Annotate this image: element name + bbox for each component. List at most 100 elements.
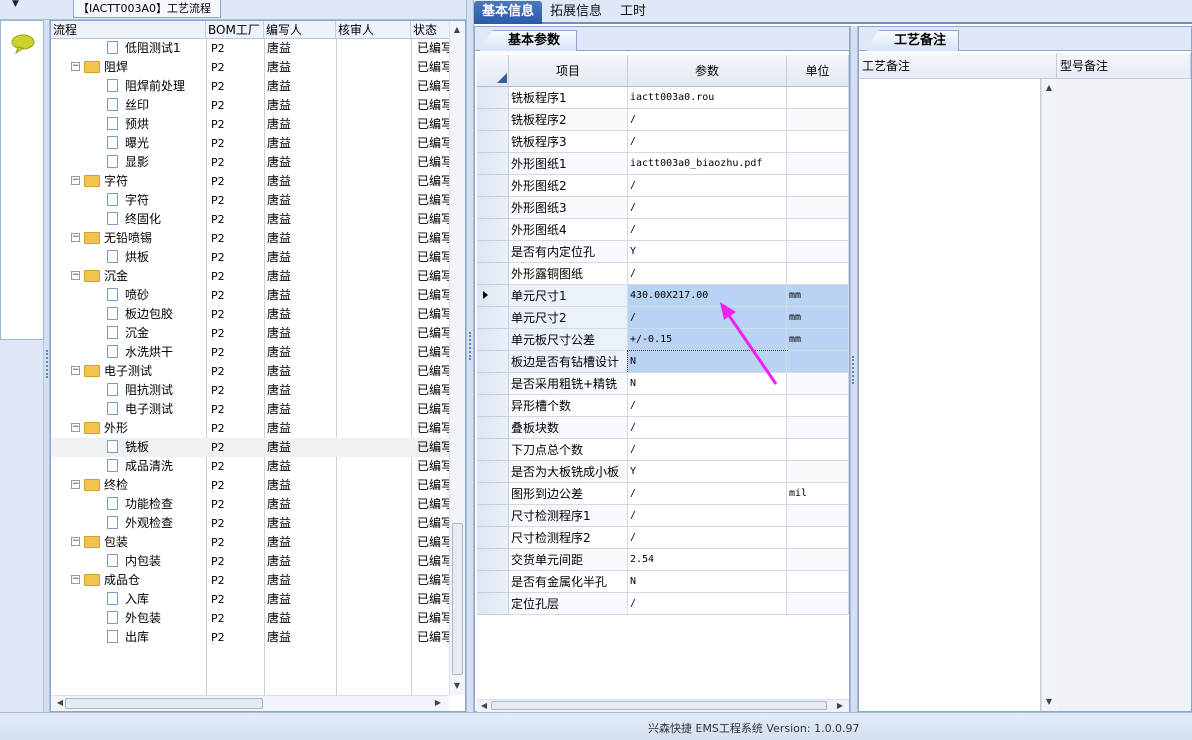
tree-row[interactable]: 外包装 P2 唐益 已编写 — [51, 609, 451, 628]
tree-row[interactable]: 外观检查 P2 唐益 已编写 — [51, 514, 451, 533]
model-notes-textarea[interactable] — [1057, 79, 1191, 711]
tree-row[interactable]: 显影 P2 唐益 已编写 — [51, 153, 451, 172]
tree-row[interactable]: 阻焊前处理 P2 唐益 已编写 — [51, 77, 451, 96]
tree-row[interactable]: − 包装 P2 唐益 已编写 — [51, 533, 451, 552]
tree-row[interactable]: 曝光 P2 唐益 已编写 — [51, 134, 451, 153]
param-value-input[interactable]: / — [628, 527, 787, 549]
param-row[interactable]: 定位孔层 / — [477, 593, 849, 615]
tree-node[interactable]: 外包装 — [107, 609, 206, 628]
tree-row[interactable]: − 无铅喷锡 P2 唐益 已编写 — [51, 229, 451, 248]
param-row[interactable]: 外形图纸3/ — [477, 197, 849, 219]
tree-node[interactable]: − 阻焊 — [71, 58, 206, 77]
tree-node[interactable]: 显影 — [107, 153, 206, 172]
tree-row[interactable]: 字符 P2 唐益 已编写 — [51, 191, 451, 210]
param-value-input[interactable]: N — [628, 571, 787, 593]
tree-node[interactable]: 外观检查 — [107, 514, 206, 533]
tab-basic-params[interactable]: 基本参数 — [479, 30, 577, 51]
row-indicator[interactable] — [477, 153, 509, 175]
row-indicator[interactable] — [477, 263, 509, 285]
tree-node[interactable]: 曝光 — [107, 134, 206, 153]
row-indicator[interactable] — [477, 593, 509, 615]
tree-row[interactable]: − 电子测试 P2 唐益 已编写 — [51, 362, 451, 381]
tree-row[interactable]: 沉金 P2 唐益 已编写 — [51, 324, 451, 343]
tree-node[interactable]: − 包装 — [71, 533, 206, 552]
param-row[interactable]: 图形到边公差 / mil — [477, 483, 849, 505]
tree-node[interactable]: 阻焊前处理 — [107, 77, 206, 96]
param-row[interactable]: 外形图纸2/ — [477, 175, 849, 197]
tree-row[interactable]: 喷砂 P2 唐益 已编写 — [51, 286, 451, 305]
tree-row[interactable]: 终固化 P2 唐益 已编写 — [51, 210, 451, 229]
tree-node[interactable]: 入库 — [107, 590, 206, 609]
tree-row[interactable]: − 终检 P2 唐益 已编写 — [51, 476, 451, 495]
row-indicator[interactable] — [477, 351, 509, 373]
tree-node[interactable]: − 外形 — [71, 419, 206, 438]
tree-node[interactable]: 喷砂 — [107, 286, 206, 305]
collapse-icon[interactable]: − — [71, 62, 80, 71]
dropdown-arrow-icon[interactable]: ▼ — [12, 0, 19, 9]
tree-row[interactable]: 铣板 P2 唐益 已编写 — [51, 438, 451, 457]
param-row[interactable]: 铣板程序2/ — [477, 109, 849, 131]
scroll-up-icon[interactable]: ▲ — [450, 23, 464, 37]
column-header-writer[interactable]: 编写人 — [264, 21, 336, 39]
notes-vertical-scrollbar[interactable]: ▲ ▼ — [1041, 79, 1057, 711]
tree-node[interactable]: 成品清洗 — [107, 457, 206, 476]
tree-node[interactable]: 丝印 — [107, 96, 206, 115]
scroll-left-icon[interactable]: ◀ — [477, 699, 491, 712]
row-indicator[interactable] — [477, 131, 509, 153]
tree-row[interactable]: − 外形 P2 唐益 已编写 — [51, 419, 451, 438]
param-value-input[interactable]: / — [628, 505, 787, 527]
row-indicator[interactable] — [477, 549, 509, 571]
param-row[interactable]: 下刀点总个数 / — [477, 439, 849, 461]
tab-extended-info[interactable]: 拓展信息 — [542, 1, 610, 24]
tree-row[interactable]: 烘板 P2 唐益 已编写 — [51, 248, 451, 267]
param-row[interactable]: 尺寸检测程序1/ — [477, 505, 849, 527]
splitter-grip[interactable] — [469, 332, 471, 360]
tab-work-hours[interactable]: 工时 — [612, 1, 654, 24]
tree-node[interactable]: 预烘 — [107, 115, 206, 134]
tree-node[interactable]: 内包装 — [107, 552, 206, 571]
tree-row[interactable]: 内包装 P2 唐益 已编写 — [51, 552, 451, 571]
collapse-icon[interactable]: − — [71, 233, 80, 242]
tree-row[interactable]: 入库 P2 唐益 已编写 — [51, 590, 451, 609]
row-indicator[interactable] — [477, 505, 509, 527]
param-value-input[interactable]: / — [628, 417, 787, 439]
collapse-icon[interactable]: − — [71, 423, 80, 432]
column-header-unit[interactable]: 单位 — [787, 55, 849, 87]
param-value-input[interactable]: iactt003a0.rou — [628, 87, 787, 109]
tree-row[interactable]: 成品清洗 P2 唐益 已编写 — [51, 457, 451, 476]
tree-row[interactable]: 阻抗测试 P2 唐益 已编写 — [51, 381, 451, 400]
scroll-up-icon[interactable]: ▲ — [1042, 81, 1056, 95]
column-header-item[interactable]: 项目 — [509, 55, 628, 87]
tree-node[interactable]: 板边包胶 — [107, 305, 206, 324]
column-header-param[interactable]: 参数 — [628, 55, 787, 87]
row-indicator[interactable] — [477, 571, 509, 593]
param-row[interactable]: 是否有金属化半孔 N — [477, 571, 849, 593]
row-indicator[interactable] — [477, 483, 509, 505]
column-header-reviewer[interactable]: 核审人 — [336, 21, 411, 39]
param-row[interactable]: 交货单元间距 2.54 — [477, 549, 849, 571]
tree-row[interactable]: 低阻测试1 P2 唐益 已编写 — [51, 39, 451, 58]
param-value-input[interactable]: / — [628, 109, 787, 131]
tree-node[interactable]: 字符 — [107, 191, 206, 210]
row-indicator[interactable] — [477, 87, 509, 109]
row-indicator[interactable] — [477, 197, 509, 219]
tree-node[interactable]: 低阻测试1 — [107, 39, 206, 58]
scroll-thumb[interactable] — [65, 698, 263, 709]
param-row[interactable]: 外形露铜图纸 / — [477, 263, 849, 285]
param-value-input[interactable]: 2.54 — [628, 549, 787, 571]
param-value-input[interactable]: / — [628, 197, 787, 219]
row-indicator[interactable] — [477, 109, 509, 131]
collapse-icon[interactable]: − — [71, 537, 80, 546]
tree-node[interactable]: − 成品仓 — [71, 571, 206, 590]
tree-node[interactable]: 铣板 — [107, 438, 206, 457]
tree-node[interactable]: 电子测试 — [107, 400, 206, 419]
process-flow-title-tab[interactable]: 【IACTT003A0】工艺流程 — [73, 0, 221, 18]
param-row[interactable]: 板边是否有钻槽设计 N — [477, 350, 849, 374]
tree-node[interactable]: 烘板 — [107, 248, 206, 267]
param-row[interactable]: 异形槽个数 / — [477, 395, 849, 417]
param-row[interactable]: 是否为大板铣成小板 Y — [477, 461, 849, 483]
tree-row[interactable]: 水洗烘干 P2 唐益 已编写 — [51, 343, 451, 362]
process-notes-textarea[interactable] — [859, 79, 1041, 711]
tree-node[interactable]: 终固化 — [107, 210, 206, 229]
tree-node[interactable]: 功能检查 — [107, 495, 206, 514]
